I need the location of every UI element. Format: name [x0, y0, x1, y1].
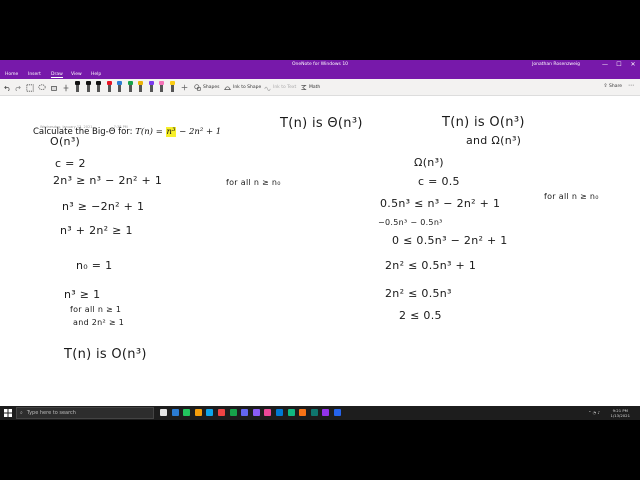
share-icon: ⇪	[603, 83, 608, 89]
lasso-select-icon[interactable]	[38, 82, 46, 93]
ink-middle-1: T(n) is Θ(n³)	[280, 116, 363, 131]
ink-left-10: and 2n² ≥ 1	[73, 318, 125, 327]
add-space-icon[interactable]	[62, 82, 70, 93]
taskbar-app-13-icon[interactable]	[299, 409, 307, 416]
tab-view[interactable]: View	[71, 72, 82, 77]
pen-4-icon[interactable]	[106, 81, 113, 93]
onenote-window: OneNote for Windows 10 Jonathan Rosenzwe…	[0, 60, 640, 420]
ink-left-4: for all n ≥ n₀	[226, 178, 281, 187]
ink-left-5: n³ ≥ −2n² + 1	[62, 200, 145, 213]
ink-to-shape-icon	[224, 86, 231, 90]
taskbar-app-15-icon[interactable]	[322, 409, 330, 416]
ink-left-1: O(n³)	[50, 135, 81, 148]
tab-draw[interactable]: Draw	[51, 72, 63, 78]
ink-to-shape-button[interactable]: Ink to Shape	[224, 82, 261, 93]
tab-home[interactable]: Home	[5, 72, 18, 77]
title-bar: OneNote for Windows 10 Jonathan Rosenzwe…	[0, 60, 640, 70]
search-icon: ⌕	[20, 410, 23, 416]
taskbar-app-10-icon[interactable]	[264, 409, 272, 416]
ink-right-4: c = 0.5	[418, 175, 460, 188]
ink-right-10: 2n² ≤ 0.5n³	[385, 287, 452, 300]
taskbar-app-4-icon[interactable]	[194, 409, 202, 416]
ink-right-6: for all n ≥ n₀	[544, 192, 599, 201]
redo-icon[interactable]	[14, 82, 21, 93]
taskbar-app-3-icon[interactable]	[183, 409, 191, 416]
ink-to-text-icon	[264, 86, 271, 91]
math-label: Math	[309, 85, 321, 90]
ink-right-1: T(n) is O(n³)	[442, 115, 525, 130]
taskbar-date: 1/13/2021	[610, 413, 630, 418]
windows-taskbar: ⌕ Type here to search ⌃ ◔ ♪ 9:21 PM 1/13…	[0, 406, 640, 420]
pen-2-icon[interactable]	[85, 81, 92, 93]
ink-right-11: 2 ≤ 0.5	[399, 309, 442, 322]
question-math-lhs: T(n) =	[135, 127, 166, 137]
tab-help[interactable]: Help	[91, 72, 101, 77]
tab-insert[interactable]: Insert	[28, 72, 41, 77]
pen-7-icon[interactable]	[137, 81, 144, 93]
ink-right-9: 2n² ≤ 0.5n³ + 1	[385, 259, 477, 272]
maximize-button[interactable]: ☐	[612, 60, 626, 70]
window-controls: — ☐ ✕	[598, 60, 640, 70]
select-tool-icon[interactable]	[26, 82, 34, 93]
close-button[interactable]: ✕	[626, 60, 640, 70]
ink-right-7: −0.5n³ − 0.5n³	[378, 218, 443, 227]
taskbar-app-5-icon[interactable]	[206, 409, 214, 416]
eraser-icon[interactable]	[50, 82, 58, 93]
shapes-button[interactable]: Shapes	[194, 82, 219, 93]
ink-left-7: n₀ = 1	[76, 259, 113, 272]
ink-right-8: 0 ≤ 0.5n³ − 2n² + 1	[392, 234, 508, 247]
taskbar-app-14-icon[interactable]	[310, 409, 318, 416]
taskbar-app-6-icon[interactable]	[218, 409, 225, 416]
pen-10-icon[interactable]	[169, 81, 176, 93]
taskbar-clock[interactable]: 9:21 PM 1/13/2021	[611, 408, 630, 418]
taskbar-search-placeholder: Type here to search	[26, 410, 76, 416]
ink-right-5: 0.5n³ ≤ n³ − 2n² + 1	[380, 197, 501, 210]
add-pen-icon[interactable]	[181, 82, 188, 93]
undo-icon[interactable]	[4, 82, 11, 93]
math-icon	[301, 85, 307, 90]
pen-8-icon[interactable]	[148, 81, 155, 93]
taskbar-app-11-icon[interactable]	[276, 409, 283, 416]
pen-9-icon[interactable]	[158, 81, 165, 93]
windows-start-icon[interactable]	[3, 408, 13, 418]
taskbar-app-7-icon[interactable]	[229, 409, 237, 416]
math-button[interactable]: Math	[300, 82, 320, 93]
ink-left-9: for all n ≥ 1	[70, 305, 122, 314]
ink-left-2: c = 2	[55, 157, 86, 170]
more-options-icon[interactable]: ⋯	[628, 82, 634, 89]
minimize-button[interactable]: —	[598, 60, 612, 70]
shapes-label: Shapes	[203, 85, 220, 90]
share-label: Share	[609, 84, 622, 89]
taskbar-search-box[interactable]: ⌕ Type here to search	[16, 407, 154, 419]
taskbar-app-16-icon[interactable]	[334, 409, 341, 416]
menu-bar: Home Insert Draw View Help	[0, 70, 640, 79]
share-button[interactable]: ⇪ Share	[603, 83, 622, 89]
pen-5-icon[interactable]	[116, 81, 123, 93]
ink-right-3: Ω(n³)	[414, 156, 444, 169]
question-label: Calculate the Big-Θ for:	[33, 127, 136, 137]
screen: OneNote for Windows 10 Jonathan Rosenzwe…	[0, 0, 640, 480]
pen-1-icon[interactable]	[74, 81, 81, 93]
highlighted-term: n³	[165, 127, 177, 137]
taskbar-app-8-icon[interactable]	[241, 409, 249, 416]
shapes-icon	[194, 84, 201, 91]
taskbar-app-9-icon[interactable]	[252, 409, 260, 416]
draw-ribbon: Shapes Ink to Shape Ink to Text Math ⇪ S…	[0, 79, 640, 96]
taskbar-app-1-icon[interactable]	[160, 409, 167, 416]
system-tray-icon[interactable]: ⌃ ◔ ♪	[588, 410, 600, 415]
ink-left-11: T(n) is O(n³)	[64, 347, 147, 362]
ink-left-8: n³ ≥ 1	[64, 288, 101, 301]
ink-right-2: and Ω(n³)	[466, 134, 522, 147]
user-name[interactable]: Jonathan Rosenzweig	[532, 62, 580, 67]
taskbar-app-12-icon[interactable]	[287, 409, 295, 416]
ink-left-3: 2n³ ≥ n³ − 2n² + 1	[53, 174, 163, 187]
ink-left-6: n³ + 2n² ≥ 1	[60, 224, 133, 237]
question-math-rest: − 2n² + 1	[179, 127, 222, 137]
ink-to-shape-label: Ink to Shape	[233, 85, 262, 90]
ink-to-text-label: Ink to Text	[273, 85, 297, 90]
pen-3-icon[interactable]	[95, 81, 102, 93]
pen-6-icon[interactable]	[127, 81, 134, 93]
taskbar-app-2-icon[interactable]	[171, 409, 179, 416]
ink-to-text-button[interactable]: Ink to Text	[264, 82, 296, 93]
